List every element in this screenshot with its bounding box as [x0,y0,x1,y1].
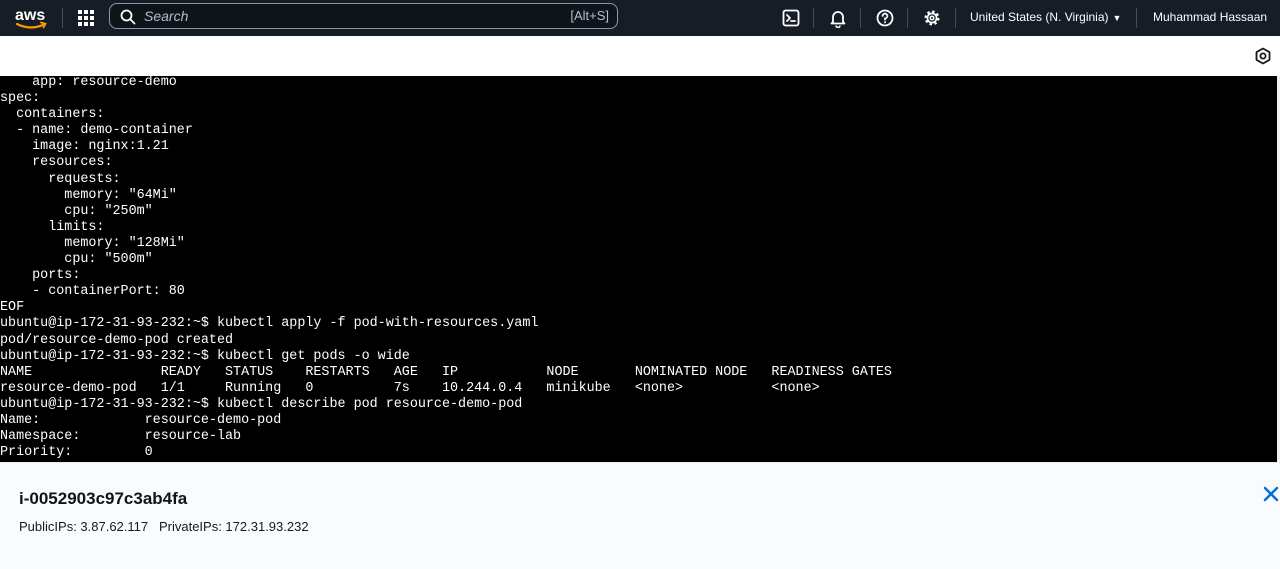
account-name: Muhammad Hassaan [1153,10,1268,24]
help-icon[interactable] [875,8,895,28]
settings-icon[interactable] [922,8,942,28]
terminal-line: Priority: 0 [0,445,153,461]
search-shortcut-hint: [Alt+S] [570,8,609,23]
terminal-line: pod/resource-demo-pod created [0,332,234,348]
nav-divider [813,8,814,28]
session-preferences-icon[interactable] [1254,47,1272,65]
terminal-line: app: resource-demo [0,76,177,90]
terminal-line: requests: [0,171,121,187]
svg-text:aws: aws [15,7,45,24]
terminal-line: limits: [0,219,105,235]
terminal-line: ubuntu@ip-172-31-93-232:~$ kubectl apply… [0,316,539,332]
search-input[interactable] [144,7,524,25]
terminal-line: NAME READY STATUS RESTARTS AGE IP NODE N… [0,364,892,380]
top-navigation: aws [Alt+S] [0,0,1280,36]
instance-ips: PublicIPs: 3.87.62.117 PrivateIPs: 172.3… [19,519,309,534]
session-toolbar [0,36,1280,76]
terminal-line: spec: [0,91,41,107]
terminal-output: app: resource-demo spec: containers: - na… [0,76,892,461]
cloudshell-icon[interactable] [781,8,801,28]
aws-logo[interactable]: aws [14,4,48,32]
nav-divider [907,8,908,28]
terminal-line: EOF [0,300,25,316]
terminal[interactable]: app: resource-demo spec: containers: - na… [0,76,1277,462]
region-label: United States (N. Virginia) [970,10,1109,24]
nav-divider [860,8,861,28]
search-icon [120,9,136,25]
services-grid-icon[interactable] [76,8,96,28]
nav-divider [955,8,956,28]
terminal-line: resource-demo-pod 1/1 Running 0 7s 10.24… [0,380,820,396]
terminal-line: Namespace: resource-lab [0,429,242,445]
terminal-line: memory: "64Mi" [0,187,177,203]
instance-info-panel: i-0052903c97c3ab4fa PublicIPs: 3.87.62.1… [0,462,1280,569]
terminal-line: ubuntu@ip-172-31-93-232:~$ kubectl descr… [0,396,523,412]
nav-divider [62,8,63,28]
terminal-line: memory: "128Mi" [0,235,185,251]
terminal-line: cpu: "500m" [0,252,153,268]
terminal-line: - containerPort: 80 [0,284,185,300]
terminal-line: image: nginx:1.21 [0,139,169,155]
caret-down-icon: ▼ [1112,13,1122,23]
terminal-line: cpu: "250m" [0,203,153,219]
terminal-line: ubuntu@ip-172-31-93-232:~$ kubectl get p… [0,348,410,364]
terminal-line: containers: [0,107,105,123]
terminal-line: Name: resource-demo-pod [0,412,282,428]
account-menu[interactable]: Muhammad Hassaan [1153,10,1267,24]
nav-divider [1136,8,1137,28]
search-box[interactable]: [Alt+S] [109,3,618,29]
close-icon[interactable] [1262,485,1280,503]
terminal-line: ports: [0,268,81,284]
instance-id: i-0052903c97c3ab4fa [19,489,188,508]
bell-icon[interactable] [828,8,848,28]
region-selector[interactable]: United States (N. Virginia) ▼ [970,10,1121,24]
terminal-line: - name: demo-container [0,123,193,139]
terminal-line: resources: [0,155,113,171]
